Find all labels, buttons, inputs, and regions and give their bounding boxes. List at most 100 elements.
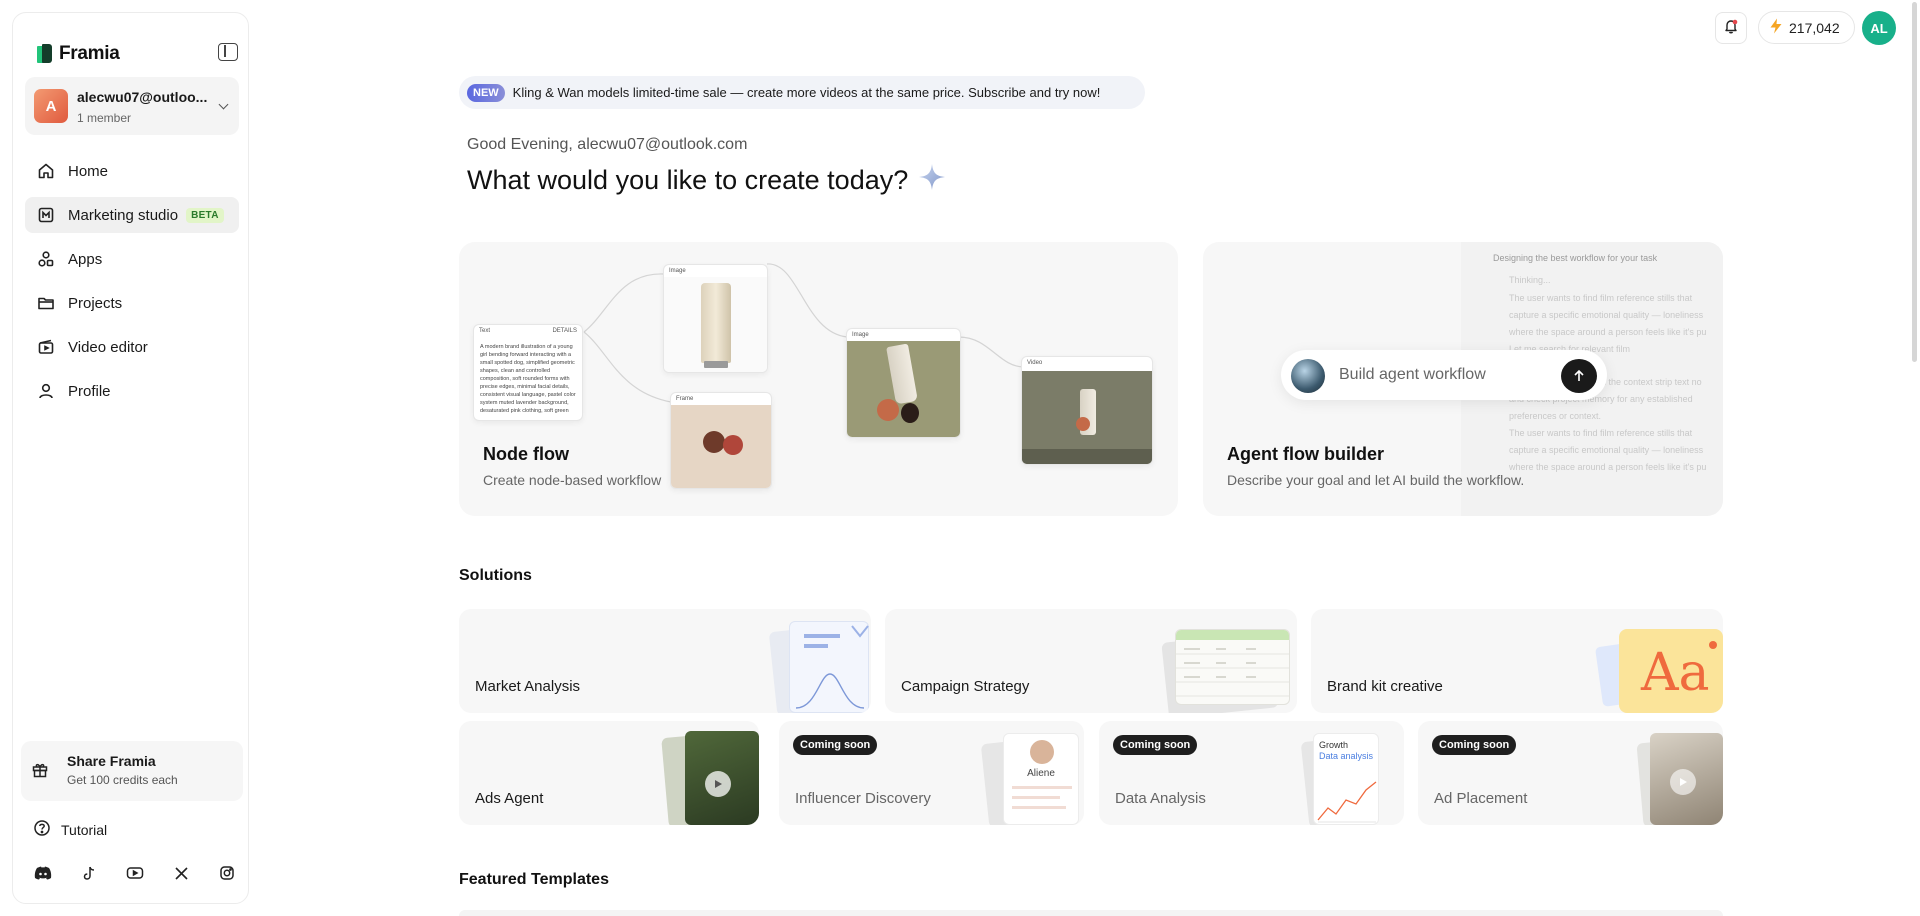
image-node-2[interactable]: Image: [846, 328, 961, 438]
sidebar-item-apps[interactable]: Apps: [25, 241, 239, 277]
node-tag: DETAILS: [552, 328, 577, 334]
growth-title: Growth: [1319, 740, 1349, 750]
notifications-button[interactable]: [1715, 12, 1747, 44]
agent-workflow-input[interactable]: Build agent workflow: [1281, 350, 1607, 400]
sidebar-item-label: Apps: [68, 250, 103, 268]
share-subtitle: Get 100 credits each: [67, 773, 178, 787]
node-flow-card[interactable]: Text DETAILS A modern brand illustration…: [459, 242, 1178, 516]
solution-label: Influencer Discovery: [795, 790, 931, 807]
sidebar-item-video-editor[interactable]: Video editor: [25, 329, 239, 365]
new-badge: NEW: [467, 83, 505, 102]
solution-campaign-strategy[interactable]: Campaign Strategy: [885, 609, 1297, 713]
solution-label: Brand kit creative: [1327, 678, 1443, 695]
brand[interactable]: Framia: [37, 43, 120, 65]
help-circle-icon: [33, 819, 51, 840]
play-icon: [705, 771, 731, 797]
share-framia-card[interactable]: Share Framia Get 100 credits each: [21, 741, 243, 801]
sidebar-nav: Home Marketing studio BETA Apps Projects…: [25, 153, 239, 417]
profile-thumb: Aliene: [1003, 733, 1079, 825]
page-scrollbar[interactable]: [1912, 2, 1917, 362]
agent-bg-line: The user wants to find film reference st…: [1509, 293, 1693, 303]
youtube-icon[interactable]: [125, 863, 145, 883]
credits-pill[interactable]: 217,042: [1758, 11, 1855, 44]
lightning-icon: [1769, 18, 1783, 37]
influencer-avatar: [1030, 740, 1054, 764]
tutorial-label: Tutorial: [61, 821, 108, 838]
tutorial-link[interactable]: Tutorial: [33, 819, 107, 840]
account-email: alecwu07@outloo...: [77, 89, 208, 105]
user-avatar[interactable]: AL: [1862, 11, 1896, 45]
headline-text: What would you like to create today?: [467, 165, 909, 195]
video-node[interactable]: Video: [1021, 356, 1153, 465]
apps-icon: [37, 250, 55, 268]
solution-market-analysis[interactable]: Market Analysis: [459, 609, 871, 713]
node-label: Text: [479, 328, 491, 334]
solution-ad-placement[interactable]: Coming soon Ad Placement: [1418, 721, 1723, 825]
agent-bg-header: Designing the best workflow for your tas…: [1493, 253, 1658, 263]
node-label: Video: [1027, 360, 1043, 366]
growth-subtitle: Data analysis: [1319, 751, 1374, 761]
sidebar-item-label: Video editor: [68, 338, 148, 356]
frame-node[interactable]: Frame: [670, 392, 772, 489]
sidebar-item-profile[interactable]: Profile: [25, 373, 239, 409]
agent-bg-line: The user wants to find film reference st…: [1509, 428, 1693, 438]
sidebar-item-home[interactable]: Home: [25, 153, 239, 189]
discord-icon[interactable]: [33, 863, 53, 883]
agent-orb-icon: [1291, 359, 1325, 393]
node-label: Image: [669, 268, 686, 274]
solution-data-analysis[interactable]: Coming soon Growth Data analysis Data An…: [1099, 721, 1404, 825]
aa-glyph-icon: Aa: [1641, 643, 1710, 703]
account-members: 1 member: [77, 111, 132, 125]
bell-curve-icon: [795, 625, 869, 709]
sidebar-item-marketing-studio[interactable]: Marketing studio BETA: [25, 197, 239, 233]
line-chart-icon: [1317, 781, 1377, 823]
account-avatar: A: [34, 89, 68, 123]
solution-label: Data Analysis: [1115, 790, 1206, 807]
ad-thumb: [685, 731, 759, 825]
sidebar-item-label: Home: [68, 162, 109, 180]
x-icon[interactable]: [171, 863, 191, 883]
agent-bg-line: where the space around a person feels li…: [1509, 462, 1707, 472]
sidebar-item-projects[interactable]: Projects: [25, 285, 239, 321]
coming-soon-badge: Coming soon: [793, 735, 878, 755]
instagram-icon[interactable]: [217, 863, 237, 883]
sidebar-toggle-icon[interactable]: [218, 43, 238, 61]
sidebar-item-label: Marketing studio: [68, 206, 179, 224]
solution-influencer-discovery[interactable]: Coming soon Aliene Influencer Discovery: [779, 721, 1084, 825]
solution-label: Ads Agent: [475, 790, 544, 807]
solution-brand-kit-creative[interactable]: Aa Brand kit creative: [1311, 609, 1723, 713]
gift-icon: [31, 761, 49, 784]
brand-card: Aa: [1619, 629, 1723, 713]
solution-ads-agent[interactable]: Ads Agent: [459, 721, 759, 825]
card-title: Agent flow builder: [1227, 444, 1384, 464]
sidebar-item-label: Projects: [68, 294, 123, 312]
solution-label: Market Analysis: [475, 678, 581, 695]
solution-label: Campaign Strategy: [901, 678, 1030, 695]
image-node[interactable]: Image: [663, 264, 768, 373]
agent-input-placeholder: Build agent workflow: [1339, 366, 1486, 383]
credits-count: 217,042: [1789, 19, 1840, 36]
marketing-icon: [37, 206, 55, 224]
beta-badge: BETA: [186, 207, 224, 223]
tiktok-icon[interactable]: [79, 863, 99, 883]
banner-text: Kling & Wan models limited-time sale — c…: [512, 85, 1101, 100]
solution-label: Ad Placement: [1434, 790, 1528, 807]
card-title: Node flow: [483, 444, 569, 464]
send-button[interactable]: [1561, 359, 1597, 393]
product-image: [664, 277, 767, 372]
video-frame-image: [1022, 371, 1152, 464]
play-icon: [1670, 769, 1696, 795]
bell-icon: [1723, 18, 1739, 39]
account-switcher[interactable]: A alecwu07@outloo... 1 member: [25, 77, 239, 135]
text-node[interactable]: Text DETAILS A modern brand illustration…: [473, 324, 583, 421]
room-thumb: [1650, 733, 1723, 825]
greeting: Good Evening, alecwu07@outlook.com: [467, 136, 748, 153]
influencer-name: Aliene: [1027, 768, 1055, 779]
agent-bg-thinking: Thinking...: [1509, 275, 1551, 285]
home-icon: [37, 162, 55, 180]
sidebar: Framia A alecwu07@outloo... 1 member Hom…: [12, 12, 249, 904]
promo-banner[interactable]: NEW Kling & Wan models limited-time sale…: [459, 76, 1145, 109]
sidebar-item-label: Profile: [68, 382, 111, 400]
agent-flow-card[interactable]: Designing the best workflow for your tas…: [1203, 242, 1723, 516]
node-label: Frame: [676, 396, 694, 402]
